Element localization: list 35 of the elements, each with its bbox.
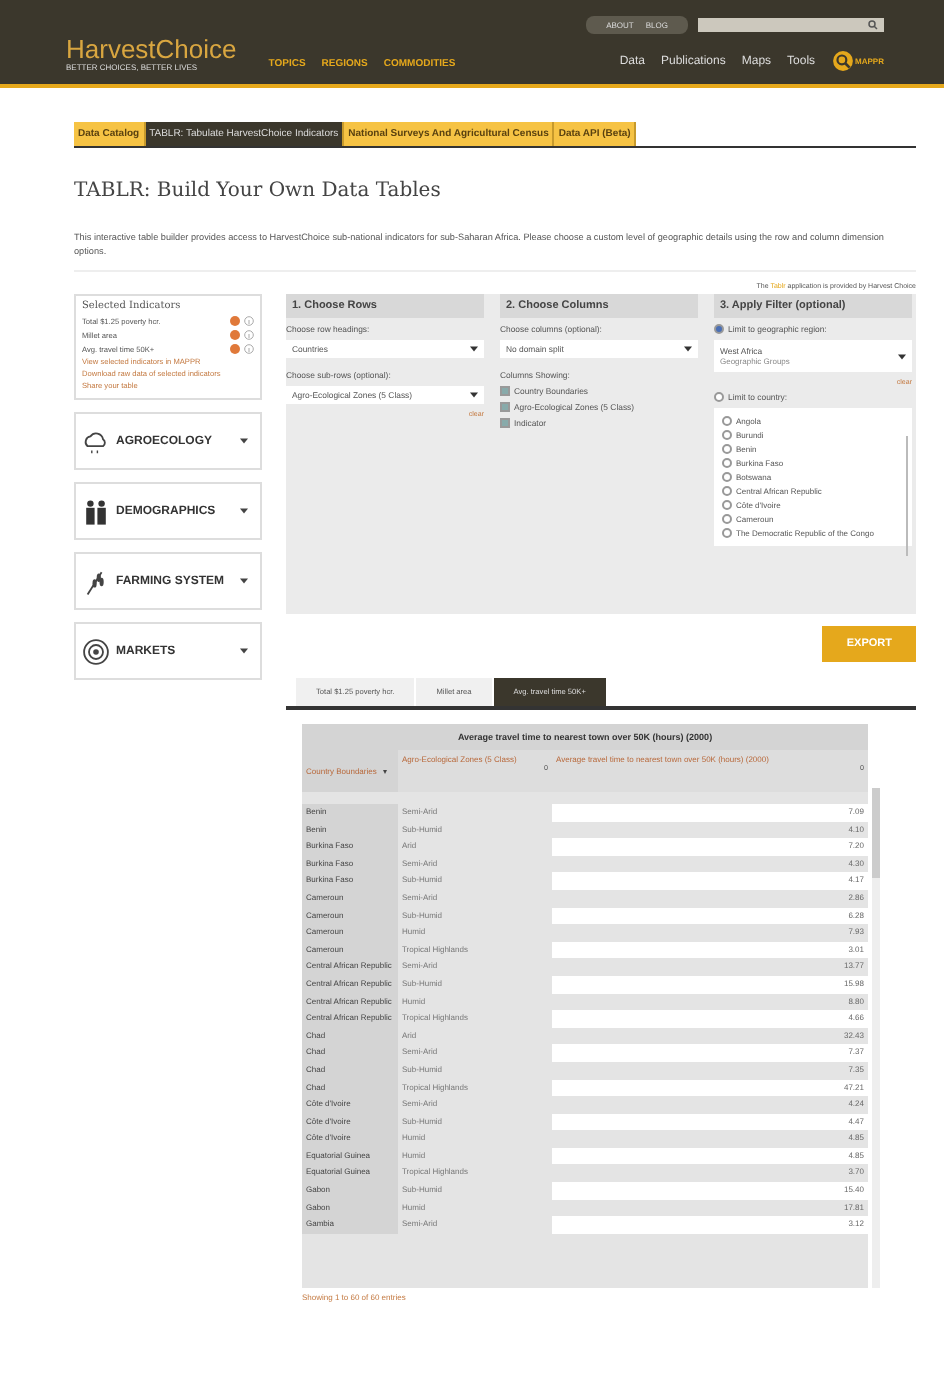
radio-button[interactable] [722,416,732,426]
site-logo[interactable]: HarvestChoice [66,36,237,62]
scrollbar[interactable] [906,436,908,556]
target-icon [82,637,110,665]
caret-icon [240,438,248,444]
caret-icon [240,648,248,654]
people-icon [82,497,110,525]
page-title: TABLR: Build Your Own Data Tables [74,180,443,202]
radio-button[interactable] [722,458,732,468]
wheat-icon [82,567,110,595]
radio-button[interactable] [722,514,732,524]
checkbox[interactable] [500,402,510,412]
magnifier-icon [831,50,854,72]
radio-button[interactable] [722,528,732,538]
search-icon [868,20,878,30]
radio-button[interactable] [722,430,732,440]
info-icon[interactable] [244,344,254,354]
caret-icon [470,392,478,398]
info-icon[interactable] [244,316,254,326]
caret-icon [684,346,692,352]
radio-button[interactable] [722,486,732,496]
info-icon[interactable] [244,330,254,340]
caret-icon [470,346,478,352]
caret-icon [898,353,906,359]
radio-button[interactable] [714,392,724,402]
radio-button[interactable] [722,472,732,482]
cloud-icon [82,427,110,455]
caret-icon [240,508,248,514]
checkbox[interactable] [500,386,510,396]
radio-button[interactable] [714,324,724,334]
radio-button[interactable] [722,444,732,454]
caret-icon [240,578,248,584]
checkbox[interactable] [500,418,510,428]
search-field[interactable] [698,18,884,32]
radio-button[interactable] [722,500,732,510]
